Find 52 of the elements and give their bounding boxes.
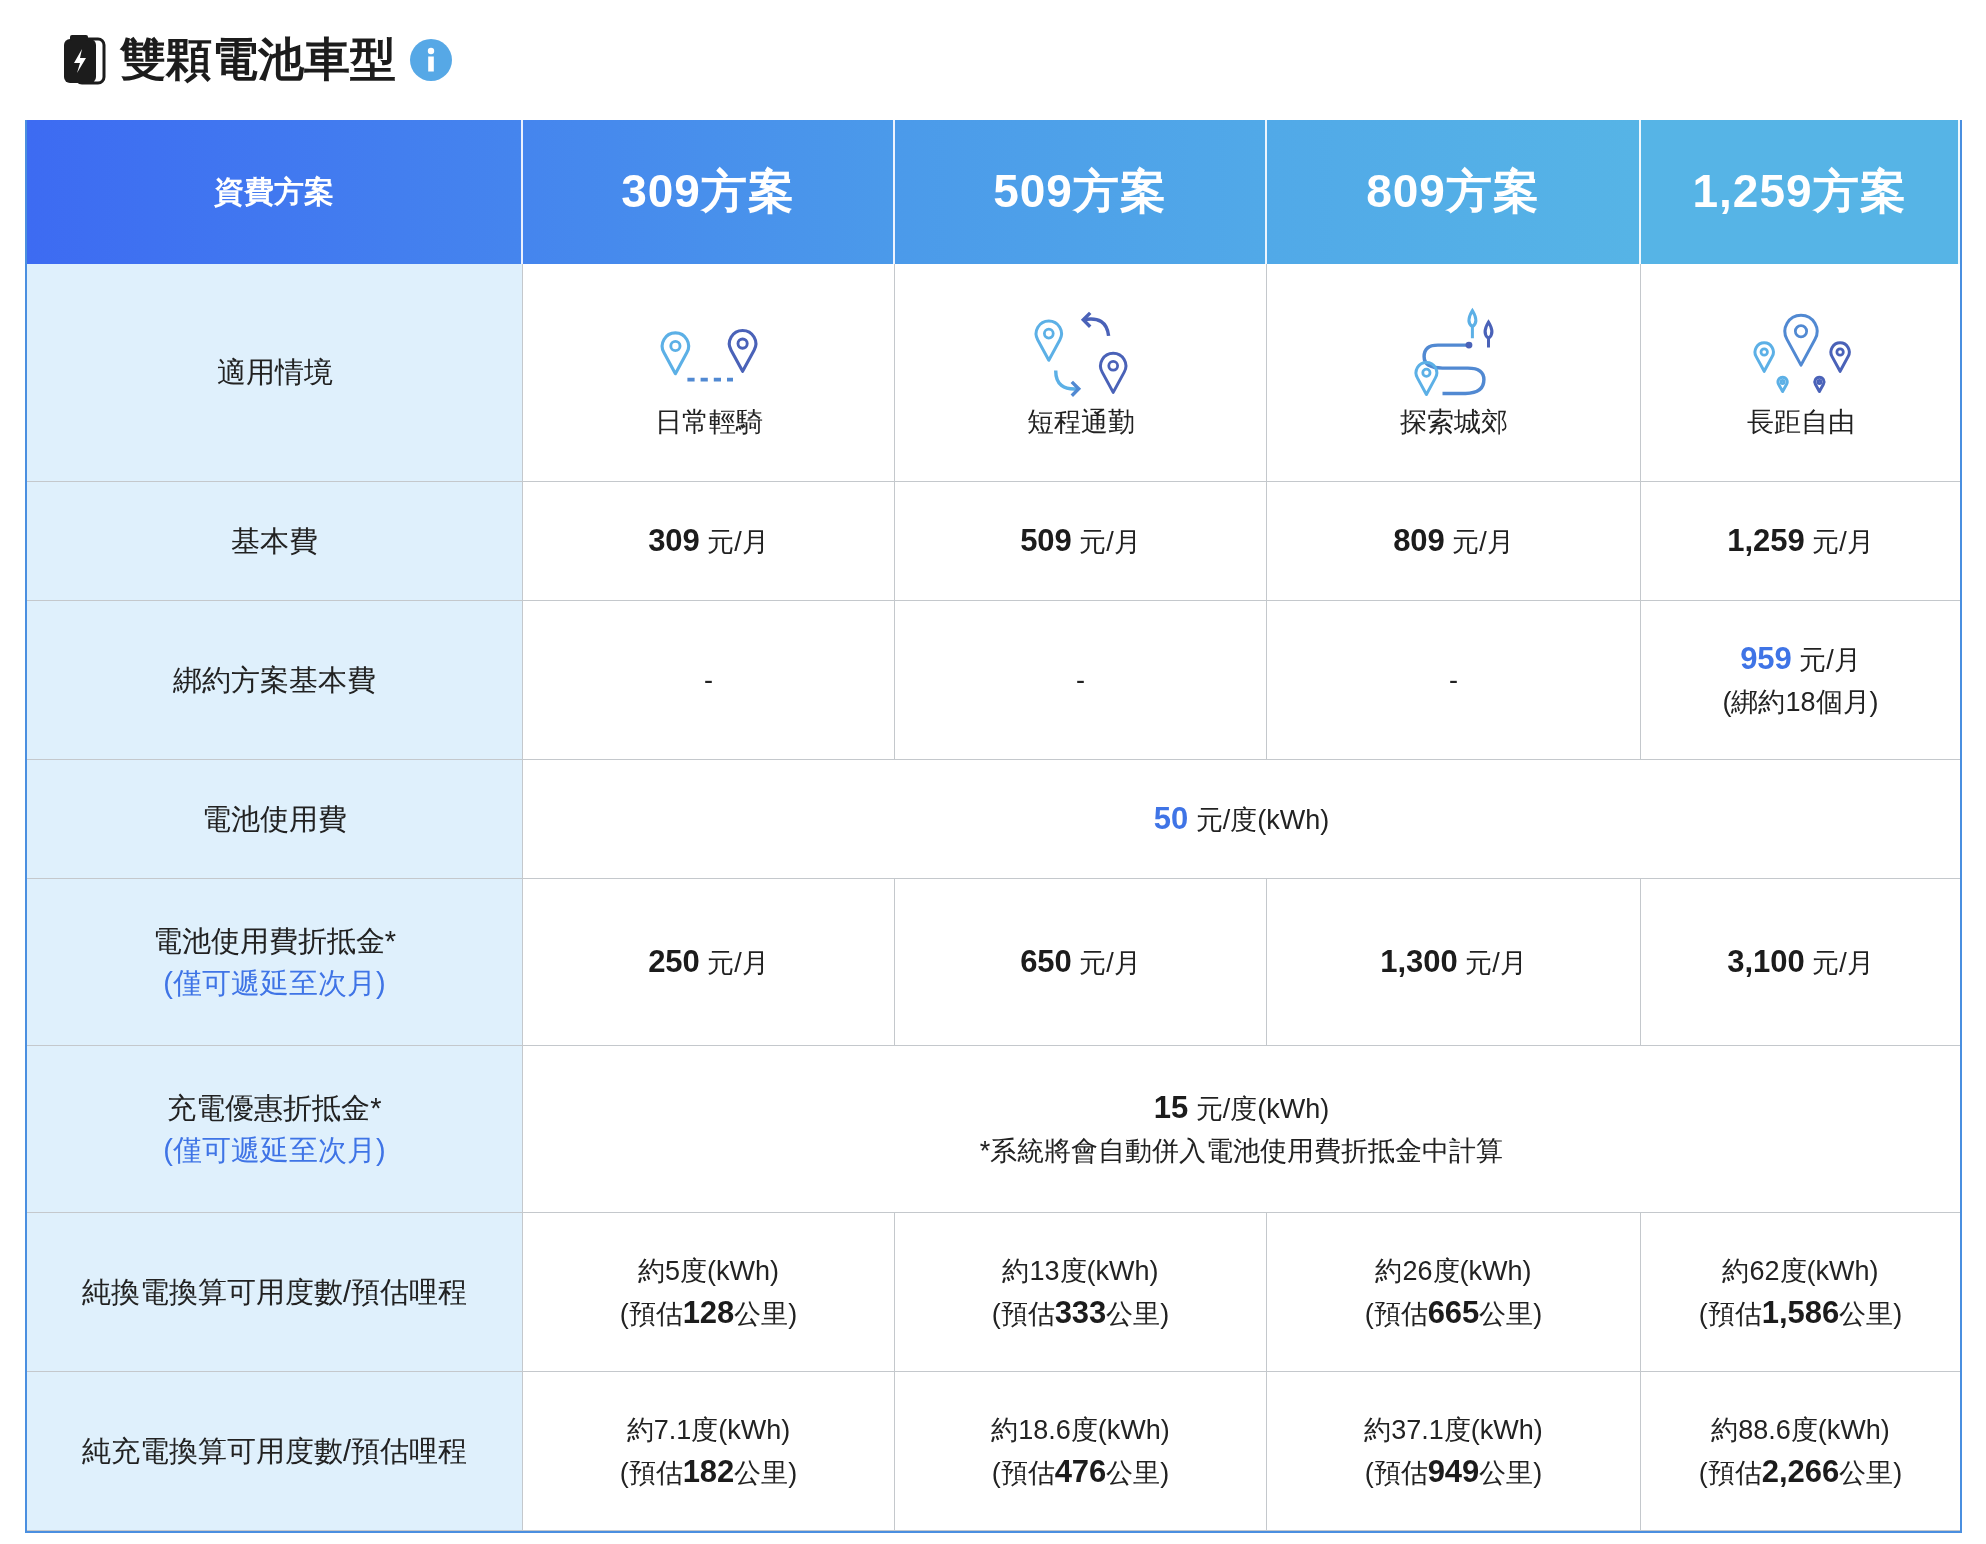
- cell-text: (綁約18個月): [1722, 685, 1879, 719]
- cell-text: -: [1449, 664, 1458, 696]
- cell-text: 50 元/度(kWh): [1153, 800, 1330, 838]
- cell-text: (預估2,266公里): [1698, 1453, 1903, 1491]
- cell-text: 約5度(kWh): [638, 1254, 779, 1288]
- cell-text: 250 元/月: [648, 943, 769, 981]
- cell-text: 1,300 元/月: [1380, 943, 1527, 981]
- cell-text: 約7.1度(kWh): [626, 1413, 791, 1447]
- row-header: 綁約方案基本費: [27, 601, 523, 760]
- row-header: 純換電換算可用度數/預估哩程: [27, 1213, 523, 1372]
- cell-text: (預估182公里): [619, 1453, 798, 1491]
- row-header: 適用情境: [27, 264, 523, 482]
- cell-text: (預估128公里): [619, 1294, 798, 1332]
- cell-text: 約18.6度(kWh): [991, 1413, 1170, 1447]
- column-header: 309方案: [523, 120, 895, 264]
- cell-text: *系統將會自動併入電池使用費折抵金中計算: [979, 1134, 1504, 1168]
- cell-text: (預估1,586公里): [1698, 1294, 1903, 1332]
- cell-text: 1,259 元/月: [1727, 522, 1874, 560]
- cell-text: -: [704, 664, 713, 696]
- cell-text: 約13度(kWh): [1002, 1254, 1159, 1288]
- scenario-label: 日常輕騎: [654, 405, 763, 439]
- row-header: 電池使用費: [27, 760, 523, 879]
- cell-text: 約88.6度(kWh): [1711, 1413, 1890, 1447]
- info-icon[interactable]: [410, 39, 452, 81]
- column-header: 509方案: [895, 120, 1267, 264]
- cell-text: 309 元/月: [648, 522, 769, 560]
- cell-text: 約37.1度(kWh): [1364, 1413, 1543, 1447]
- cell-text: (預估949公里): [1364, 1453, 1543, 1491]
- scenario-label: 長距自由: [1746, 405, 1855, 439]
- cell-text: 約62度(kWh): [1722, 1254, 1879, 1288]
- cell-text: 15 元/度(kWh): [1153, 1089, 1330, 1127]
- scenario-label: 探索城郊: [1399, 405, 1508, 439]
- cell-text: -: [1076, 664, 1085, 696]
- page-title: 雙顆電池車型: [120, 32, 396, 87]
- column-header: 809方案: [1267, 120, 1641, 264]
- cell-text: 650 元/月: [1020, 943, 1141, 981]
- row-header: 純充電換算可用度數/預估哩程: [27, 1372, 523, 1531]
- cell-text: 809 元/月: [1393, 522, 1514, 560]
- cell-text: (預估665公里): [1364, 1294, 1543, 1332]
- cell-text: 約26度(kWh): [1375, 1254, 1532, 1288]
- scenario-label: 短程通勤: [1026, 405, 1135, 439]
- row-header: 電池使用費折抵金* (僅可遞延至次月): [27, 879, 523, 1046]
- cell-text: 509 元/月: [1020, 522, 1141, 560]
- row-header: 充電優惠折抵金* (僅可遞延至次月): [27, 1046, 523, 1213]
- battery-pack-icon: [62, 35, 106, 85]
- column-header: 資費方案: [27, 120, 523, 264]
- cell-text: 3,100 元/月: [1727, 943, 1874, 981]
- cell-text: 959 元/月: [1740, 640, 1861, 678]
- column-header: 1,259方案: [1641, 120, 1960, 264]
- cell-text: (預估333公里): [991, 1294, 1170, 1332]
- cell-text: (預估476公里): [991, 1453, 1170, 1491]
- row-header: 基本費: [27, 482, 523, 601]
